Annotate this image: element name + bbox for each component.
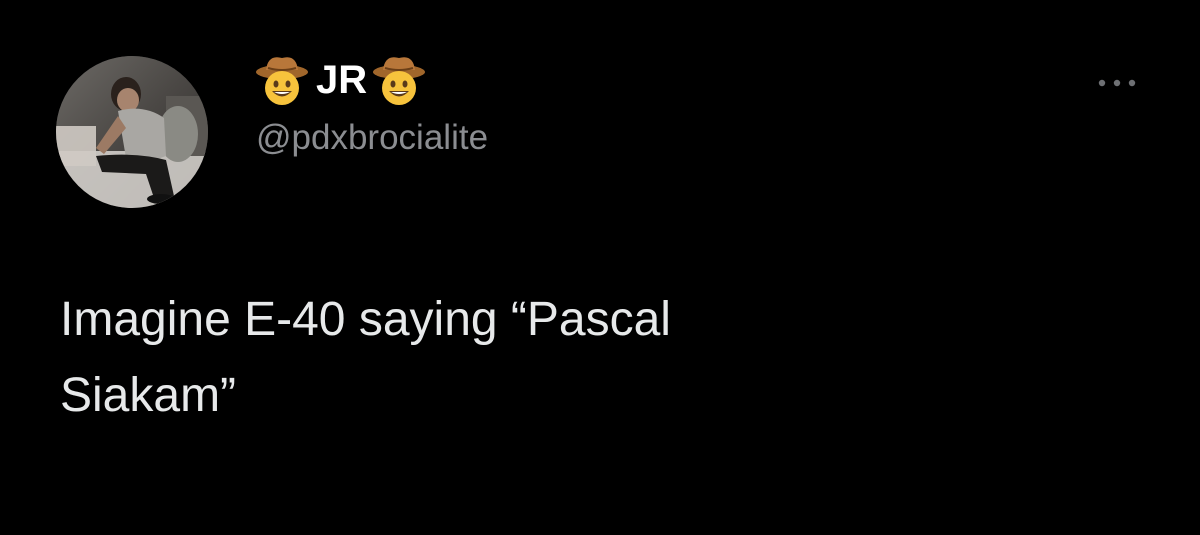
cowboy-hat-face-icon (254, 52, 310, 108)
more-horizontal-icon[interactable] (1097, 76, 1137, 88)
cowboy-hat-face-icon (371, 52, 427, 108)
tweet-text: Imagine E-40 saying “Pascal Siakam” (60, 293, 671, 422)
avatar[interactable] (56, 56, 208, 208)
display-name: JR (316, 57, 368, 102)
user-handle[interactable]: @pdxbrocialite (256, 118, 488, 158)
display-name-row[interactable]: JR (254, 50, 427, 110)
avatar-photo (56, 56, 208, 208)
tweet-card: JR @pdxbrocialite Imagine E-40 saying “P… (0, 0, 1200, 535)
